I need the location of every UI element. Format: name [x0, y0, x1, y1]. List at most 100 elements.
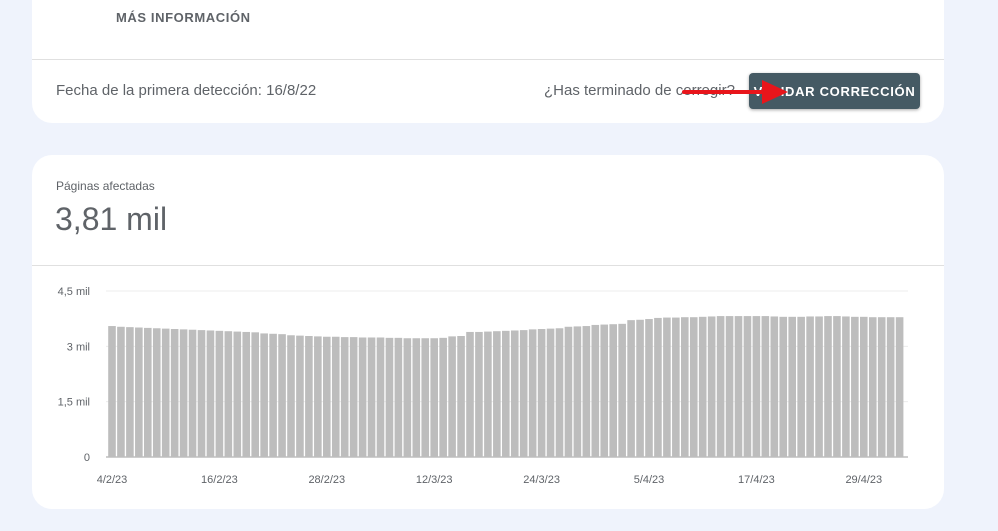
bar-11/3/23[interactable]	[421, 338, 430, 457]
bar-16/3/23[interactable]	[466, 331, 474, 457]
bar-10/4/23[interactable]	[689, 317, 698, 457]
x-tick-label: 5/4/23	[634, 474, 665, 486]
bar-1/4/23[interactable]	[609, 324, 617, 457]
bar-12/2/23[interactable]	[179, 329, 188, 457]
bar-17/3/23[interactable]	[475, 331, 483, 457]
bar-8/3/23[interactable]	[394, 337, 403, 457]
bar-7/4/23[interactable]	[663, 317, 671, 457]
bar-22/4/23[interactable]	[797, 316, 805, 457]
bar-21/4/23[interactable]	[788, 316, 796, 457]
bar-10/3/23[interactable]	[412, 338, 421, 457]
bar-7/3/23[interactable]	[385, 337, 394, 457]
bar-22/3/23[interactable]	[519, 330, 528, 457]
x-tick-label: 28/2/23	[308, 474, 345, 486]
x-tick-label: 4/2/23	[97, 474, 128, 486]
bar-14/2/23[interactable]	[197, 330, 206, 457]
bar-28/3/23[interactable]	[573, 326, 582, 457]
bar-9/3/23[interactable]	[403, 338, 412, 457]
bar-19/2/23[interactable]	[242, 331, 251, 457]
bar-31/3/23[interactable]	[600, 324, 609, 457]
bar-16/2/23[interactable]	[215, 330, 224, 457]
bar-3/5/23[interactable]	[895, 317, 904, 457]
bar-9/2/23[interactable]	[152, 328, 161, 457]
bar-15/3/23[interactable]	[457, 336, 465, 457]
bar-2/5/23[interactable]	[886, 317, 895, 457]
bar-20/3/23[interactable]	[502, 330, 510, 457]
bar-24/2/23[interactable]	[287, 335, 295, 457]
bar-23/4/23[interactable]	[806, 316, 814, 457]
more-info-link[interactable]: MÁS INFORMACIÓN	[116, 10, 251, 25]
bar-27/3/23[interactable]	[564, 326, 573, 457]
affected-pages-bar-chart: 0 1,5 mil 3 mil 4,5 mil 4/2/23 16/2/23 28/2/23…	[58, 286, 908, 486]
bar-23/2/23[interactable]	[278, 334, 286, 457]
bar-1/5/23[interactable]	[877, 317, 886, 457]
bar-12/4/23[interactable]	[707, 316, 716, 457]
bar-25/4/23[interactable]	[824, 316, 832, 457]
bar-30/4/23[interactable]	[868, 317, 877, 457]
bar-27/2/23[interactable]	[314, 336, 322, 457]
bar-5/2/23[interactable]	[117, 326, 125, 457]
bar-2/3/23[interactable]	[340, 337, 349, 457]
bar-1/3/23[interactable]	[331, 336, 340, 457]
bar-8/2/23[interactable]	[144, 327, 152, 457]
bar-8/4/23[interactable]	[672, 317, 680, 457]
bar-3/4/23[interactable]	[627, 320, 635, 457]
bar-24/4/23[interactable]	[815, 316, 823, 457]
bar-28/4/23[interactable]	[851, 316, 859, 457]
bar-25/2/23[interactable]	[296, 335, 304, 457]
bar-18/4/23[interactable]	[761, 316, 770, 457]
x-tick-label: 29/4/23	[845, 474, 882, 486]
bar-20/4/23[interactable]	[779, 316, 788, 457]
bar-2/4/23[interactable]	[618, 323, 626, 457]
bar-21/2/23[interactable]	[260, 333, 268, 457]
bar-18/3/23[interactable]	[484, 331, 492, 457]
bar-4/4/23[interactable]	[636, 319, 644, 457]
bar-18/2/23[interactable]	[233, 331, 242, 457]
bar-9/4/23[interactable]	[681, 317, 689, 457]
bar-25/3/23[interactable]	[546, 328, 555, 457]
bar-10/2/23[interactable]	[161, 328, 170, 457]
bar-6/3/23[interactable]	[376, 337, 385, 457]
y-tick-label: 0	[84, 452, 90, 464]
bar-16/4/23[interactable]	[743, 316, 752, 457]
bar-6/2/23[interactable]	[126, 327, 134, 457]
affected-pages-count: 3,81 mil	[55, 201, 168, 237]
bar-17/4/23[interactable]	[752, 316, 761, 457]
bar-19/3/23[interactable]	[493, 331, 501, 457]
bar-12/3/23[interactable]	[430, 338, 438, 457]
bar-30/3/23[interactable]	[591, 324, 600, 457]
bar-21/3/23[interactable]	[510, 330, 519, 457]
bar-28/2/23[interactable]	[323, 336, 331, 457]
bar-24/3/23[interactable]	[537, 328, 546, 457]
bar-11/2/23[interactable]	[170, 328, 179, 457]
y-tick-label: 3 mil	[67, 341, 90, 353]
bar-20/2/23[interactable]	[251, 332, 259, 457]
bar-13/2/23[interactable]	[188, 329, 197, 457]
bar-27/4/23[interactable]	[842, 316, 850, 457]
bar-11/4/23[interactable]	[698, 316, 707, 457]
bar-15/4/23[interactable]	[734, 316, 743, 457]
bar-5/3/23[interactable]	[367, 337, 376, 457]
bar-13/4/23[interactable]	[716, 316, 725, 457]
bar-23/3/23[interactable]	[528, 329, 537, 457]
bar-14/3/23[interactable]	[448, 336, 456, 457]
bar-22/2/23[interactable]	[269, 333, 277, 457]
bar-26/2/23[interactable]	[305, 336, 313, 457]
bar-4/3/23[interactable]	[358, 337, 367, 457]
bar-29/4/23[interactable]	[860, 316, 868, 457]
bar-13/3/23[interactable]	[439, 337, 447, 457]
bar-17/2/23[interactable]	[224, 331, 233, 457]
bar-26/3/23[interactable]	[555, 328, 564, 457]
bar-6/4/23[interactable]	[654, 317, 662, 457]
bar-3/3/23[interactable]	[349, 337, 358, 457]
affected-pages-card: Páginas afectadas 3,81 mil 0 1,5 mil 3 mil…	[32, 155, 944, 509]
bar-15/2/23[interactable]	[206, 330, 215, 457]
bar-5/4/23[interactable]	[645, 319, 653, 457]
bar-26/4/23[interactable]	[833, 316, 841, 457]
bar-29/3/23[interactable]	[582, 326, 591, 457]
affected-pages-label: Páginas afectadas	[56, 179, 155, 193]
bar-4/2/23[interactable]	[108, 326, 116, 457]
bar-14/4/23[interactable]	[725, 316, 734, 457]
bar-7/2/23[interactable]	[135, 327, 143, 457]
bar-19/4/23[interactable]	[770, 316, 779, 457]
